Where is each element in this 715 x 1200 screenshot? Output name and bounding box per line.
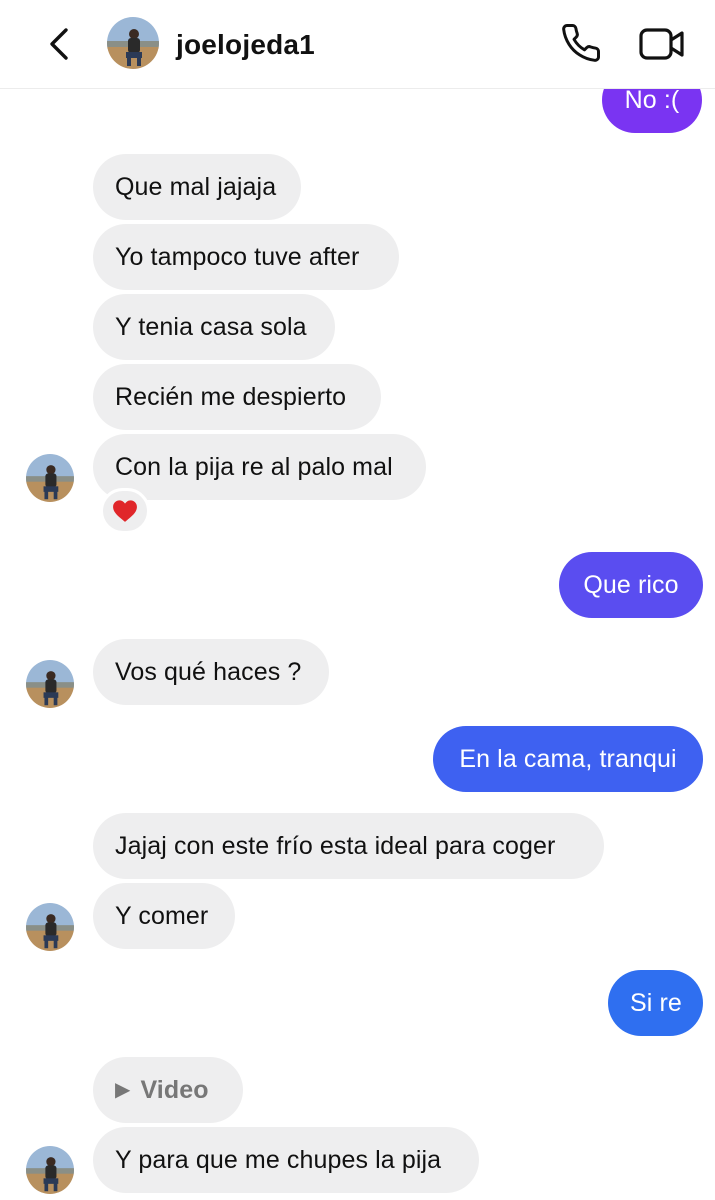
message-received[interactable]: Y para que me chupes la pija: [93, 1127, 479, 1193]
message-received[interactable]: Y comer: [93, 883, 235, 949]
sender-avatar[interactable]: [26, 454, 74, 502]
message-received[interactable]: Yo tampoco tuve after: [93, 224, 399, 290]
sender-avatar[interactable]: [26, 660, 74, 708]
audio-call-button[interactable]: [560, 22, 602, 64]
video-call-button[interactable]: [638, 24, 686, 64]
video-message[interactable]: ▶ Video: [93, 1057, 243, 1123]
message-sent[interactable]: Si re: [608, 970, 703, 1036]
sender-avatar[interactable]: [26, 903, 74, 951]
heart-icon: [113, 500, 137, 522]
back-button[interactable]: [44, 26, 76, 62]
message-received[interactable]: Con la pija re al palo mal: [93, 434, 426, 500]
message-thread[interactable]: No :( Que mal jajaja Yo tampoco tuve aft…: [0, 88, 715, 1200]
avatar[interactable]: [107, 17, 159, 69]
reaction-badge[interactable]: [100, 488, 150, 534]
message-sent[interactable]: Que rico: [559, 552, 703, 618]
phone-icon: [562, 24, 600, 62]
chat-username[interactable]: joelojeda1: [176, 29, 315, 61]
message-sent[interactable]: En la cama, tranqui: [433, 726, 703, 792]
back-chevron-icon: [50, 28, 68, 60]
chat-header: joelojeda1: [0, 0, 715, 89]
play-icon: ▶: [115, 1079, 131, 1101]
message-received[interactable]: Recién me despierto: [93, 364, 381, 430]
sender-avatar[interactable]: [26, 1146, 74, 1194]
video-camera-icon: [639, 28, 684, 60]
message-received[interactable]: Jajaj con este frío esta ideal para coge…: [93, 813, 604, 879]
message-received[interactable]: Vos qué haces ?: [93, 639, 329, 705]
message-received[interactable]: Que mal jajaja: [93, 154, 301, 220]
message-received[interactable]: Y tenia casa sola: [93, 294, 335, 360]
video-label: Video: [140, 1076, 209, 1104]
message-sent[interactable]: No :(: [602, 88, 702, 133]
